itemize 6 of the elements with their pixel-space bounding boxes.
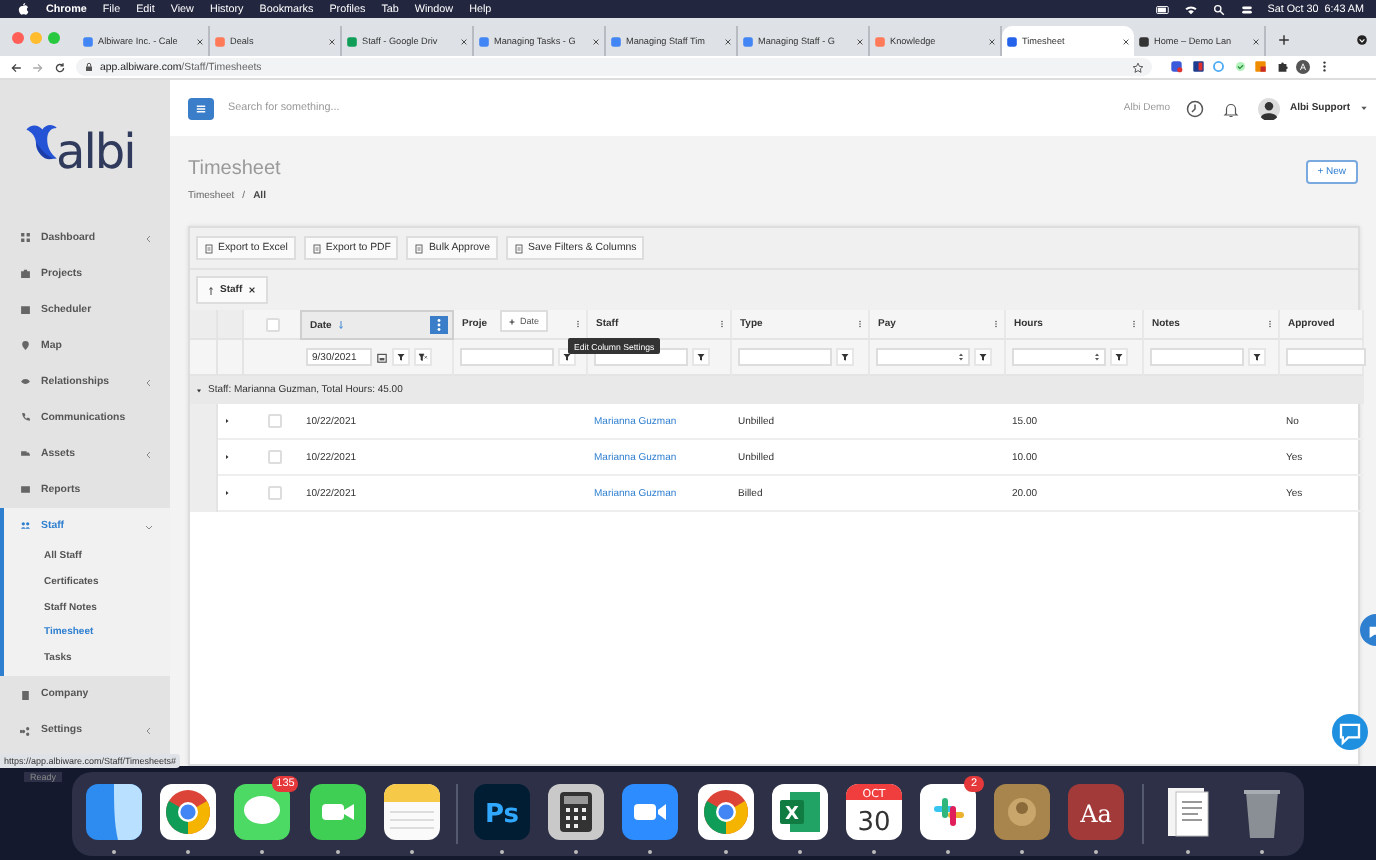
calendar-day: 30 xyxy=(857,808,891,838)
logo-text: albi xyxy=(56,124,135,180)
icon-label: X xyxy=(784,805,799,825)
icon-label: Aa xyxy=(1081,800,1113,828)
page-title: Timesheet xyxy=(188,158,283,180)
icon-label: Ps xyxy=(485,800,520,830)
